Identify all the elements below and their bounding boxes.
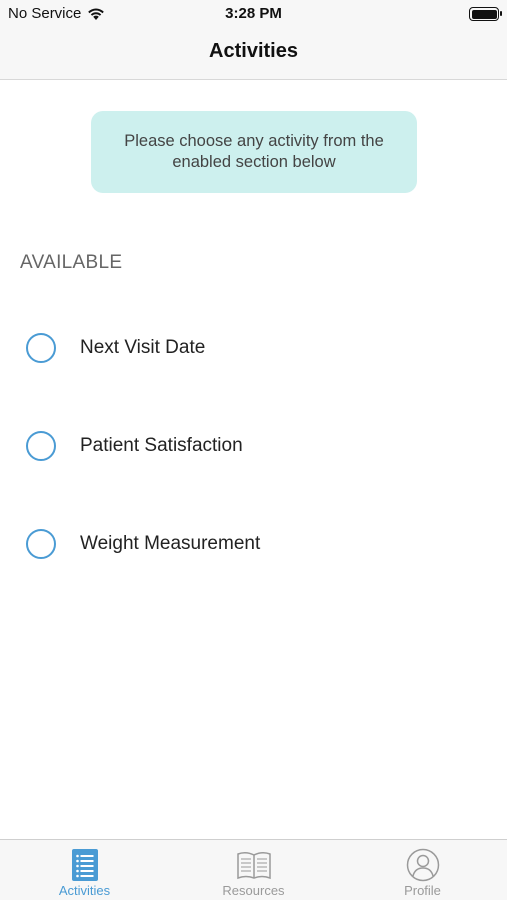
activity-label: Weight Measurement [80,533,261,554]
tab-activities[interactable]: Activities [0,840,169,900]
status-bar: No Service 3:28 PM [0,0,507,30]
page-title: Activities [209,40,298,62]
activity-item-weight-measurement[interactable]: Weight Measurement [0,516,507,572]
tab-label: Activities [58,883,111,898]
battery-level [471,9,497,19]
list-icon [71,849,98,881]
profile-icon [406,848,439,882]
radio-circle-icon[interactable] [26,333,56,363]
tab-resources[interactable]: Resources [169,840,338,900]
tab-label: Profile [404,883,441,898]
info-banner-text: Please choose any activity from the enab… [124,132,384,171]
tab-profile[interactable]: Profile [338,840,507,900]
activity-item-patient-satisfaction[interactable]: Patient Satisfaction [0,418,507,474]
section-header-available: AVAILABLE [20,252,123,273]
activity-label: Next Visit Date [80,337,206,358]
tab-bar: Activities Resources Profile [0,839,507,900]
radio-circle-icon[interactable] [26,431,56,461]
activity-item-next-visit-date[interactable]: Next Visit Date [0,320,507,376]
activity-label: Patient Satisfaction [80,435,243,456]
status-time: 3:28 PM [225,5,282,22]
nav-bar: Activities [0,30,507,80]
info-banner: Please choose any activity from the enab… [91,111,417,193]
battery-icon [469,7,502,21]
tab-label: Resources [222,883,285,898]
radio-circle-icon[interactable] [26,529,56,559]
book-icon [236,851,271,880]
